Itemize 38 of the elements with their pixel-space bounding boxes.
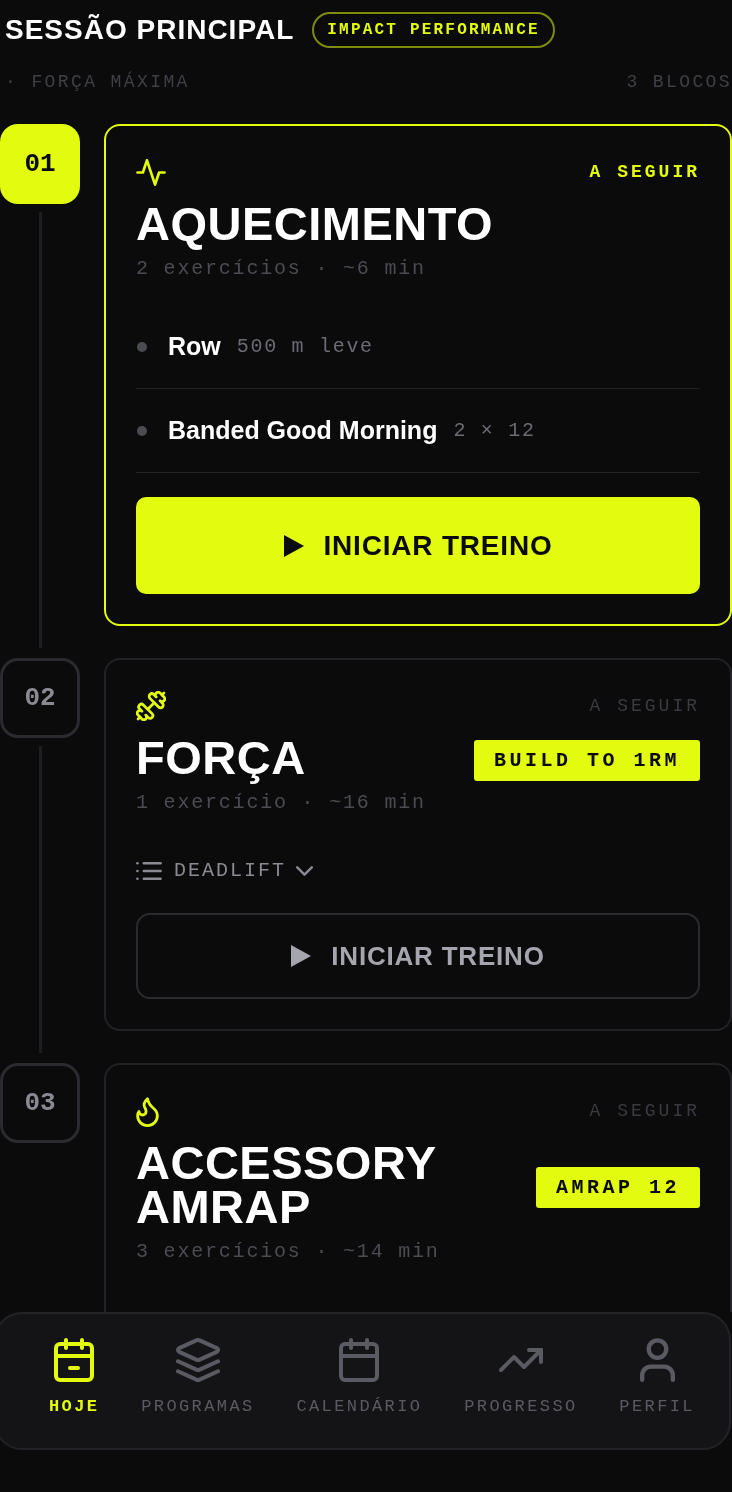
step-number-badge: 02: [0, 658, 80, 738]
trend-up-icon: [498, 1348, 543, 1372]
layers-icon: [175, 1338, 220, 1382]
block-title: ACCESSORY AMRAP: [136, 1139, 437, 1235]
exercise-name: Banded Good Morning: [168, 414, 438, 446]
nav-tab[interactable]: HOJE: [49, 1338, 100, 1418]
block-meta: 2 exercícios · ~6 min: [136, 257, 427, 281]
block-meta: 1 exercício · ~16 min: [136, 791, 427, 815]
bullet-icon: [137, 341, 147, 352]
block-status: A SEGUIR: [589, 160, 700, 184]
step-number-badge: 01: [0, 124, 80, 204]
pulse-icon: [136, 158, 166, 186]
exercise-toggle[interactable]: DEADLIFT: [136, 855, 313, 887]
user-icon: [639, 1338, 675, 1382]
start-workout-button[interactable]: INICIAR TREINO: [136, 497, 700, 594]
flame-icon: [136, 1095, 159, 1127]
block-meta: 3 exercícios · ~14 min: [136, 1240, 441, 1264]
exercise-detail: 2 × 12: [453, 417, 536, 444]
block-count: 3 BLOCOS: [626, 70, 732, 94]
start-workout-button[interactable]: INICIAR TREINO: [136, 913, 700, 999]
step-number-badge: 03: [0, 1063, 80, 1143]
block-title: AQUECIMENTO: [136, 200, 495, 252]
exercise-name: Row: [168, 330, 221, 362]
program-tag: IMPACT PERFORMANCE: [312, 12, 555, 48]
calendar-icon: [339, 1338, 380, 1382]
list-icon: [136, 862, 162, 880]
play-icon: [283, 534, 304, 557]
session-focus-label: · FORÇA MÁXIMA: [5, 70, 190, 94]
bullet-icon: [137, 425, 147, 436]
exercise-detail: 500 m leve: [236, 333, 374, 360]
play-icon: [291, 945, 312, 967]
session-title: SESSÃO PRINCIPAL: [5, 16, 295, 44]
chevron-down-icon: [296, 866, 313, 876]
calendar-icon: [54, 1338, 95, 1382]
block-title: FORÇA: [136, 734, 307, 786]
block-tag: BUILD TO 1RM: [473, 740, 700, 781]
block-tag: AMRAP 12: [536, 1167, 700, 1208]
dumbbell-icon: [136, 691, 166, 721]
